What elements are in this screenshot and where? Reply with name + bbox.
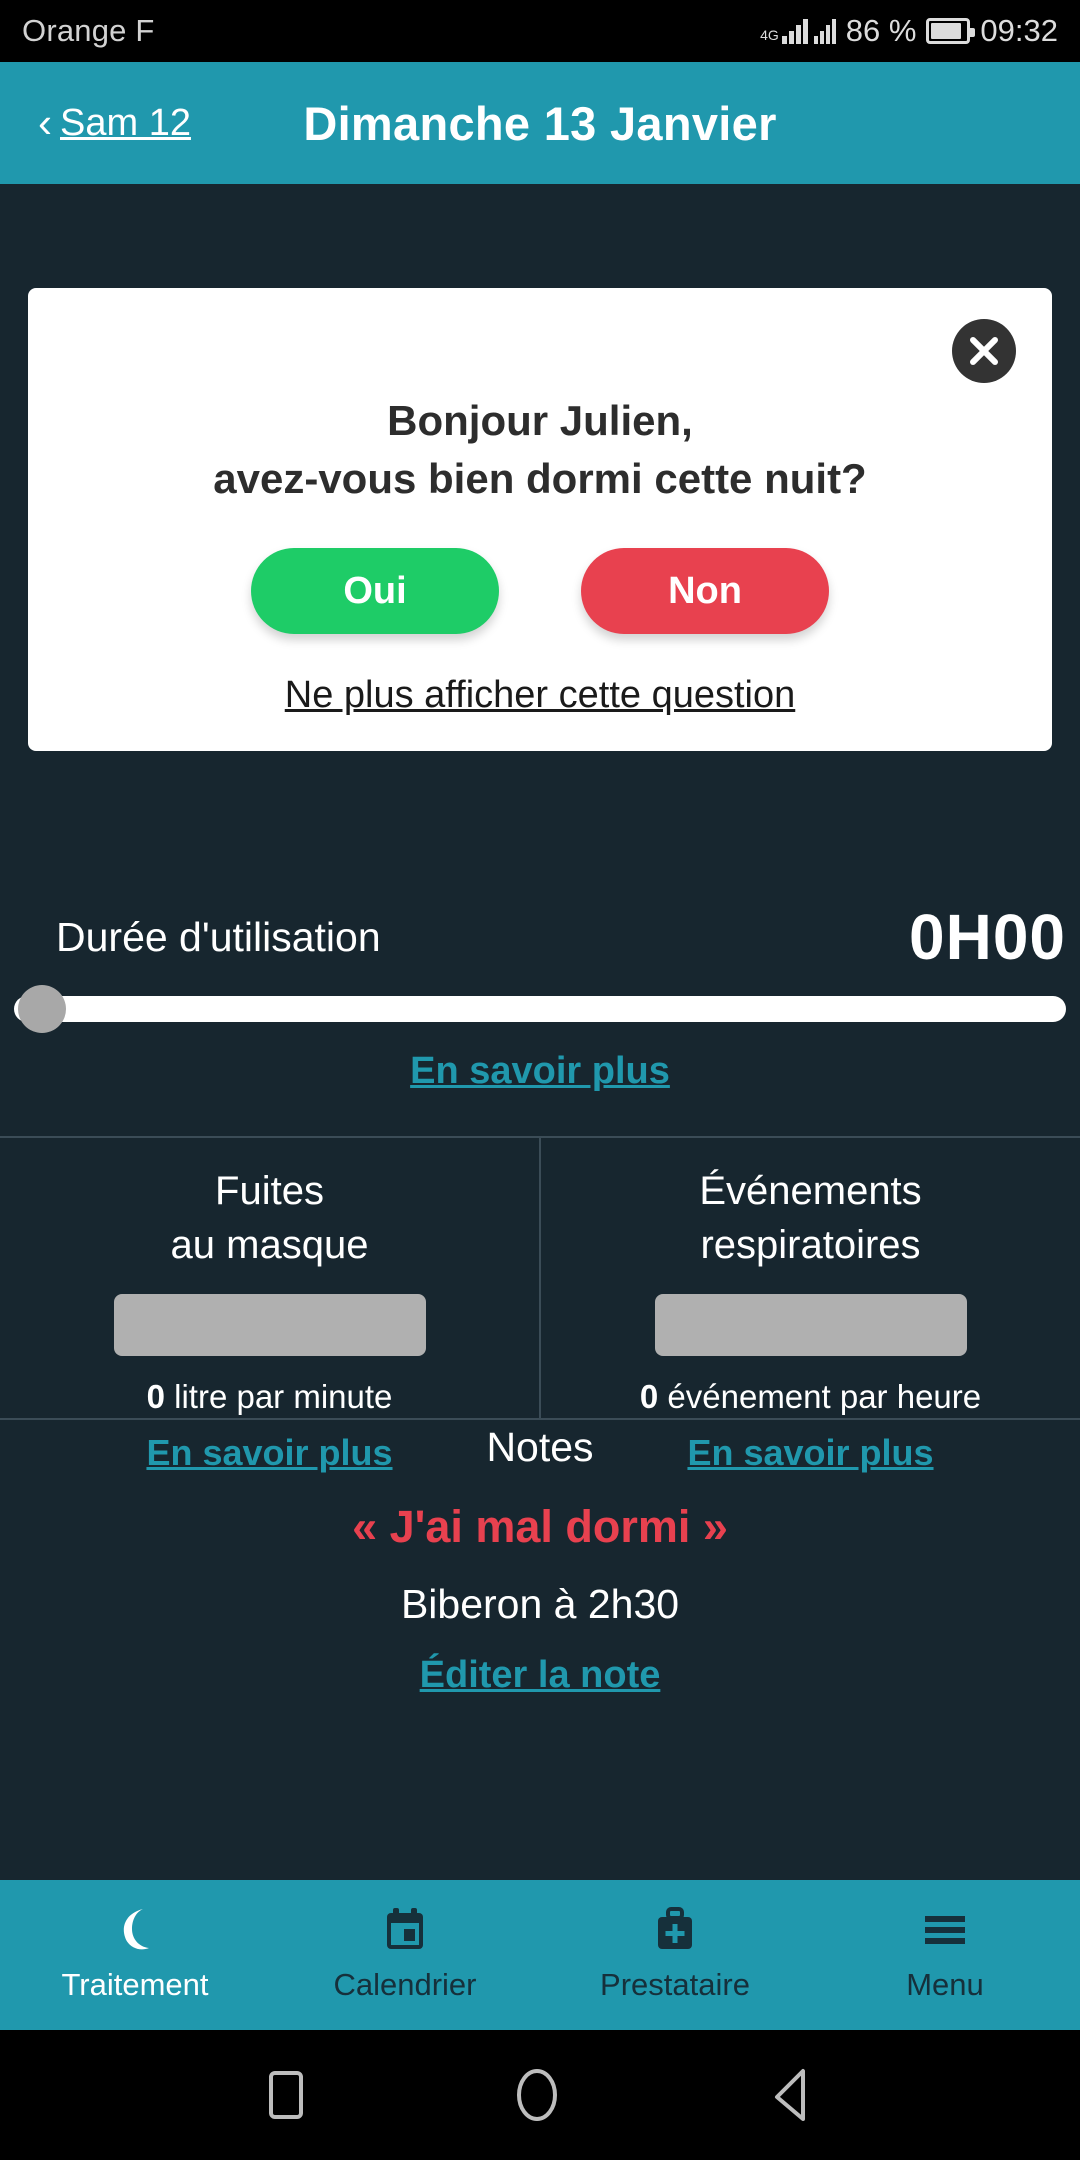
usage-duration-section: Durée d'utilisation 0H00 En savoir plus [0,900,1080,1093]
metric-title-line1: Fuites [215,1169,324,1213]
metric-unit: événement par heure [667,1378,982,1415]
metric-gauge-bar [113,1294,426,1356]
metric-value-row: 0 litre par minute [12,1378,527,1416]
metric-value: 0 [146,1378,165,1415]
battery-percent-label: 86 % [845,13,917,48]
app-header: ‹ Sam 12 Dimanche 13 Janvier [0,62,1080,184]
android-system-nav [0,2030,1080,2160]
usage-duration-label: Durée d'utilisation [56,913,381,960]
network-type-label: 4G [760,27,779,44]
usage-duration-value: 0H00 [909,901,1066,973]
sleep-question-modal: Bonjour Julien, avez-vous bien dormi cet… [28,288,1052,751]
moon-icon [113,1907,157,1953]
status-indicators: 4G 86 % 09:32 [760,13,1058,49]
recents-button[interactable] [267,2069,305,2121]
metric-title: Fuites au masque [12,1164,527,1272]
back-to-previous-day-button[interactable]: ‹ Sam 12 [38,102,191,145]
metric-gauge-bar [654,1294,967,1356]
close-icon [967,334,1001,368]
metric-title-line2: respiratoires [700,1223,921,1267]
metric-title-line1: Événements [699,1169,922,1213]
carrier-label: Orange F [22,13,155,48]
modal-greeting-line2: avez-vous bien dormi cette nuit? [213,455,867,502]
nav-item-calendrier[interactable]: Calendrier [270,1880,540,2030]
usage-duration-learn-more-link[interactable]: En savoir plus [0,1050,1080,1093]
answer-no-button[interactable]: Non [581,548,829,634]
metric-title-line2: au masque [170,1223,369,1267]
notes-edit-link[interactable]: Éditer la note [0,1654,1080,1697]
signal-icon: 4G [760,18,836,44]
nav-label: Menu [906,1967,984,2002]
close-modal-button[interactable] [952,319,1016,383]
metric-card-mask-leaks: Fuites au masque 0 litre par minute En s… [0,1138,539,1473]
clock-label: 09:32 [980,13,1058,48]
hamburger-icon [921,1907,969,1953]
metric-value-row: 0 événement par heure [553,1378,1068,1416]
answer-yes-button[interactable]: Oui [251,548,499,634]
dont-show-again-link[interactable]: Ne plus afficher cette question [28,674,1052,717]
metric-value: 0 [639,1378,659,1415]
nav-label: Calendrier [333,1967,477,2002]
nav-item-menu[interactable]: Menu [810,1880,1080,2030]
network-type-text: 4G [760,27,779,43]
metrics-section: Fuites au masque 0 litre par minute En s… [0,1136,1080,1473]
metric-unit: litre par minute [174,1378,393,1415]
notes-line: Biberon à 2h30 [400,1581,680,1627]
nav-item-prestataire[interactable]: Prestataire [540,1880,810,2030]
back-button[interactable] [769,2067,813,2123]
usage-duration-row: Durée d'utilisation 0H00 [0,900,1080,974]
battery-icon [926,18,976,44]
notes-title: Notes [486,1424,594,1470]
calendar-icon [384,1907,426,1953]
signal-bars-1 [781,18,808,44]
usage-duration-slider[interactable] [14,985,1066,1033]
system-status-bar: Orange F 4G 86 % 09:32 [0,0,1080,62]
medical-bag-icon [654,1907,696,1953]
nav-item-traitement[interactable]: Traitement [0,1880,270,2030]
metric-title: Événements respiratoires [553,1164,1068,1272]
modal-greeting: Bonjour Julien, avez-vous bien dormi cet… [28,392,1052,508]
slider-thumb[interactable] [18,985,66,1033]
bottom-navigation-bar: Traitement Calendrier Prestataire Menu [0,1880,1080,2030]
metric-card-respiratory-events: Événements respiratoires 0 événement par… [539,1138,1080,1473]
notes-section: Notes « J'ai mal dormi » Biberon à 2h30 … [0,1424,1080,1697]
modal-greeting-line1: Bonjour Julien, [387,397,693,444]
app-screen: Orange F 4G 86 % 09:32 ‹ Sam 12 Dimanche… [0,0,1080,2160]
modal-answer-buttons: Oui Non [28,548,1052,634]
notes-quote: « J'ai mal dormi » [352,1501,728,1552]
home-button[interactable] [515,2067,559,2123]
nav-label: Traitement [61,1967,209,2002]
nav-label: Prestataire [600,1967,750,2002]
signal-bars-2 [813,18,836,44]
chevron-left-icon: ‹ [38,99,52,146]
back-label: Sam 12 [60,101,191,144]
